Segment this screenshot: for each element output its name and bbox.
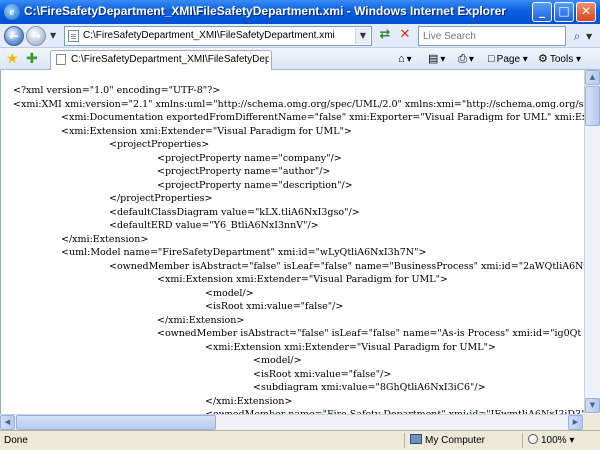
- scrollbar-corner: [584, 414, 600, 430]
- status-divider: [522, 433, 523, 448]
- vertical-scrollbar[interactable]: ▲ ▼: [584, 70, 600, 414]
- xml-line: <xmi:Extension xmi:Extender="Visual Para…: [205, 341, 496, 353]
- xml-line: </xmi:Extension>: [61, 233, 149, 245]
- maximize-button[interactable]: □: [554, 2, 574, 22]
- xml-line: <model/>: [205, 287, 254, 299]
- vertical-scroll-thumb[interactable]: [585, 86, 600, 126]
- tab-title: C:\FireSafetyDepartment_XMI\FileSafetyDe…: [71, 54, 269, 65]
- computer-icon: [410, 434, 422, 444]
- zone-label: My Computer: [425, 435, 486, 446]
- xml-line: <ownedMember isAbstract="false" isLeaf="…: [157, 328, 582, 339]
- search-options-dropdown[interactable]: ▼: [586, 32, 592, 41]
- xml-line: </xmi:Extension>: [205, 395, 293, 407]
- xml-line: </projectProperties>: [109, 193, 213, 204]
- tools-menu[interactable]: ⚙ Tools ▾: [538, 51, 581, 67]
- home-icon: ⌂: [398, 53, 405, 65]
- xml-line: <model/>: [253, 355, 302, 366]
- xml-line: <ownedMember isAbstract="false" isLeaf="…: [109, 260, 584, 272]
- stop-button[interactable]: ✕: [396, 27, 414, 45]
- home-button[interactable]: ⌂ ▾: [398, 51, 412, 67]
- xml-line: <isRoot xmi:value="false"/>: [205, 301, 344, 312]
- search-box[interactable]: [418, 26, 567, 46]
- xml-line: <projectProperty name="company"/>: [157, 152, 342, 164]
- scroll-up-button[interactable]: ▲: [585, 70, 600, 85]
- print-icon: ⎙: [458, 53, 467, 65]
- zoom-icon: [528, 434, 538, 444]
- status-divider: [404, 433, 405, 448]
- scroll-down-button[interactable]: ▼: [585, 398, 600, 413]
- tools-menu-label: Tools: [549, 54, 574, 65]
- tab-bar: ★ ✚ C:\FireSafetyDepartment_XMI\FileSafe…: [0, 48, 600, 70]
- xml-line: <defaultERD value="Y6_BtliA6NxI3nnV"/>: [109, 220, 319, 231]
- scroll-right-button[interactable]: ▶: [568, 415, 583, 430]
- xml-line: <?xml version="1.0" encoding="UTF-8"?>: [13, 85, 221, 96]
- add-favorite-icon[interactable]: ✚: [26, 50, 38, 68]
- forward-button[interactable]: →: [26, 26, 46, 46]
- xml-line: <projectProperty name="author"/>: [157, 166, 331, 177]
- address-text[interactable]: C:\FireSafetyDepartment_XMI\FileSafetyDe…: [83, 30, 335, 41]
- zoom-control[interactable]: 100% ▾: [528, 434, 574, 446]
- scroll-left-button[interactable]: ◀: [0, 415, 15, 430]
- status-text: Done: [4, 435, 28, 446]
- xml-line: <uml:Model name="FireSafetyDepartment" x…: [61, 247, 427, 258]
- internet-explorer-icon: e: [4, 4, 20, 20]
- xml-line: <defaultClassDiagram value="kLX.tliA6NxI…: [109, 206, 360, 218]
- search-button[interactable]: ⌕: [568, 27, 586, 45]
- xml-line: </xmi:Extension>: [157, 314, 245, 326]
- recent-pages-dropdown[interactable]: ▼: [50, 31, 58, 41]
- close-button[interactable]: ✕: [576, 2, 596, 22]
- search-input[interactable]: [421, 28, 567, 44]
- print-button[interactable]: ⎙ ▾: [458, 51, 474, 67]
- tab-current[interactable]: C:\FireSafetyDepartment_XMI\FileSafetyDe…: [50, 50, 272, 70]
- minimize-button[interactable]: _: [532, 2, 552, 22]
- horizontal-scroll-thumb[interactable]: [16, 415, 216, 430]
- feeds-button[interactable]: ▤ ▾: [428, 51, 445, 67]
- status-bar: Done My Computer 100% ▾: [0, 430, 600, 450]
- back-button[interactable]: ←: [4, 26, 24, 46]
- address-bar[interactable]: C:\FireSafetyDepartment_XMI\FileSafetyDe…: [64, 26, 372, 46]
- page-icon: [56, 54, 66, 65]
- navigation-bar: ← → ▼ C:\FireSafetyDepartment_XMI\FileSa…: [0, 24, 600, 48]
- xml-document-view[interactable]: <?xml version="1.0" encoding="UTF-8"?> <x…: [0, 70, 584, 414]
- refresh-button[interactable]: ⇄: [376, 27, 394, 45]
- xml-line: <projectProperty name="description"/>: [157, 179, 353, 191]
- page-menu-label: Page: [496, 54, 521, 65]
- xml-line: <isRoot xmi:value="false"/>: [253, 368, 392, 380]
- favorites-star-icon[interactable]: ★: [6, 50, 19, 68]
- page-icon: [68, 30, 79, 42]
- xml-line: <xmi:Extension xmi:Extender="Visual Para…: [157, 274, 448, 285]
- title-bar: e C:\FireSafetyDepartment_XMI\FileSafety…: [0, 0, 600, 24]
- xml-line: <xmi:Extension xmi:Extender="Visual Para…: [61, 125, 352, 137]
- gear-icon: ⚙: [538, 53, 548, 65]
- address-dropdown-icon[interactable]: ▼: [355, 28, 370, 44]
- xml-line: <xmi:Documentation exportedFromDifferent…: [61, 112, 584, 123]
- security-zone[interactable]: My Computer: [410, 434, 485, 446]
- horizontal-scrollbar[interactable]: ◀ ▶: [0, 414, 584, 430]
- search-icon: ⌕: [573, 29, 581, 43]
- forward-arrow-icon: →: [30, 29, 42, 43]
- page-menu-icon: □: [488, 53, 495, 65]
- refresh-icon: ⇄: [379, 27, 391, 42]
- window-title: C:\FireSafetyDepartment_XMI\FileSafetyDe…: [24, 4, 506, 18]
- stop-icon: ✕: [399, 27, 411, 42]
- back-arrow-icon: ←: [8, 29, 20, 43]
- zoom-level: 100%: [541, 435, 567, 446]
- xml-line: <xmi:XMI xmi:version="2.1" xmlns:uml="ht…: [13, 98, 584, 110]
- xml-line: <subdiagram xmi:value="8GhQtliA6NxI3iC6"…: [253, 382, 486, 393]
- page-menu[interactable]: □ Page ▾: [488, 51, 528, 67]
- xml-line: <projectProperties>: [109, 139, 210, 150]
- feed-icon: ▤: [428, 53, 439, 65]
